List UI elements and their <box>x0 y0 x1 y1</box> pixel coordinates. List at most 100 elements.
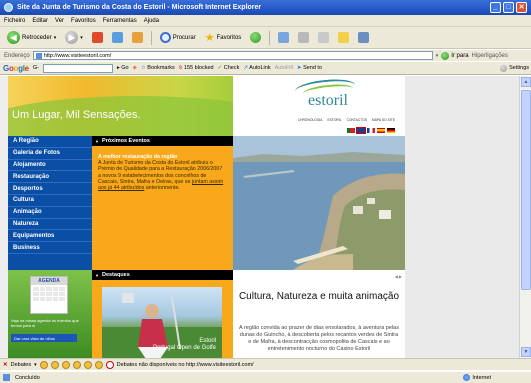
menu-ficheiro[interactable]: Ficheiro <box>4 18 25 24</box>
toplink-estoril[interactable]: ESTORIL <box>328 118 342 122</box>
go-button[interactable]: Ir para <box>441 51 469 60</box>
check-icon: ✓ <box>217 65 223 71</box>
google-toolbar: Google G- ▸ Go ◈ ☆ Bookmarks ⦸ 155 block… <box>0 62 531 75</box>
address-dropdown-icon[interactable]: ▾ <box>436 53 439 59</box>
address-input[interactable]: http://www.visiteestoril.com/ <box>32 51 433 60</box>
toplink-contactos[interactable]: CONTACTOS <box>347 118 367 122</box>
menu-favoritos[interactable]: Favoritos <box>71 18 96 24</box>
flag-es-icon[interactable] <box>377 127 385 133</box>
google-go-button[interactable]: ▸ Go <box>117 65 129 71</box>
home-button[interactable] <box>129 30 146 46</box>
nav-item-desportos[interactable]: Desportos <box>8 183 92 195</box>
nav-item-galeria[interactable]: Galeria de Fotos <box>8 148 92 160</box>
home-icon <box>131 32 143 43</box>
toolbar-separator <box>269 30 271 45</box>
nav-item-animacao[interactable]: Animação <box>8 207 92 219</box>
flag-pt-icon[interactable] <box>347 127 355 133</box>
star-icon: ☆ <box>140 65 146 71</box>
flag-uk-icon[interactable] <box>356 126 366 134</box>
debates-dropdown-icon[interactable]: ▾ <box>34 362 37 368</box>
flag-fr-icon[interactable] <box>367 127 375 133</box>
nav-item-cultura[interactable]: Cultura <box>8 195 92 207</box>
nav-item-natureza[interactable]: Natureza <box>8 219 92 231</box>
favorites-button[interactable]: ★ Favoritos <box>202 30 245 46</box>
history-button[interactable] <box>247 30 264 46</box>
discussion-icon[interactable] <box>94 360 103 369</box>
refresh-button[interactable] <box>109 30 126 46</box>
google-settings-button[interactable]: Settings <box>500 64 529 72</box>
scroll-thumb[interactable] <box>521 90 531 290</box>
print-button[interactable] <box>295 30 312 46</box>
discussion-icon[interactable] <box>72 360 81 369</box>
messenger-button[interactable] <box>355 30 372 46</box>
flag-de-icon[interactable] <box>387 127 395 133</box>
google-search-input[interactable] <box>42 63 113 73</box>
discussion-icon[interactable] <box>83 360 92 369</box>
forward-button[interactable]: ▶ ▾ <box>62 30 86 46</box>
back-arrow-icon: ◀ <box>7 31 20 44</box>
toolbar: ◀ Retroceder ▾ ▶ ▾ Procurar ★ Favoritos <box>0 27 531 49</box>
menu-bar: Ficheiro Editar Ver Favoritos Ferramenta… <box>0 15 531 27</box>
google-extra-button[interactable]: ◈ <box>133 65 137 71</box>
page-favicon-icon <box>35 52 42 59</box>
estoril-logo[interactable]: estoril <box>308 92 348 110</box>
agenda-title: AGENDA <box>31 277 67 285</box>
scroll-up-icon[interactable]: ▲ <box>521 77 531 87</box>
discussion-icon[interactable] <box>50 360 59 369</box>
popup-blocker-button[interactable]: ⦸ 155 blocked <box>179 65 214 72</box>
discussion-icon[interactable] <box>39 360 48 369</box>
nav-item-business[interactable]: Business <box>8 242 92 254</box>
search-button[interactable]: Procurar <box>157 30 199 46</box>
debates-menu[interactable]: Debates <box>11 362 32 368</box>
edit-button[interactable] <box>315 30 332 46</box>
spellcheck-button[interactable]: ✓ Check <box>218 65 240 71</box>
autofill-button[interactable]: AutoFill <box>275 65 293 71</box>
menu-ajuda[interactable]: Ajuda <box>144 18 159 24</box>
toolbar-separator <box>150 30 152 45</box>
links-label[interactable]: Hiperligações <box>472 53 508 59</box>
toplink-mapa[interactable]: MAPA DO SITE <box>372 118 395 122</box>
debates-status: Debates não disponíveis no http://www.vi… <box>116 361 254 368</box>
events-panel: A melhor restauração da região A Junta d… <box>92 146 233 270</box>
agenda-button[interactable]: Dar uma vista de olhos <box>11 334 77 342</box>
close-button[interactable]: ✕ <box>516 2 527 13</box>
menu-ferramentas[interactable]: Ferramentas <box>103 18 137 24</box>
slideshow-arrows-icon[interactable]: ◀ ▶ <box>395 274 402 279</box>
print-icon <box>298 32 310 43</box>
forward-dropdown-icon: ▾ <box>80 34 83 41</box>
mail-button[interactable] <box>275 30 292 46</box>
minimize-button[interactable]: _ <box>490 2 501 13</box>
menu-ver[interactable]: Ver <box>55 18 64 24</box>
status-bar: Concluído Internet <box>0 371 531 383</box>
folder-button[interactable] <box>335 30 352 46</box>
google-logo[interactable]: Google <box>3 64 29 73</box>
nav-item-equipamentos[interactable]: Equipamentos <box>8 230 92 243</box>
events-header: ▼ Próximos Eventos <box>92 136 233 146</box>
back-button[interactable]: ◀ Retroceder ▾ <box>4 30 59 46</box>
close-discussion-icon[interactable]: ✕ <box>3 362 8 368</box>
autolink-button[interactable]: ↗ AutoLink <box>243 65 270 71</box>
maximize-button[interactable]: □ <box>503 2 514 13</box>
toplink-chronologia[interactable]: CHRONOLOGIA <box>298 118 323 122</box>
coast-photo <box>233 136 405 270</box>
stop-button[interactable] <box>89 30 106 46</box>
nav-item-alojamento[interactable]: Alojamento <box>8 160 92 172</box>
nav-item-regiao[interactable]: A Região <box>8 136 92 148</box>
agenda-box[interactable]: AGENDA Veja na nossa agenda os eventos q… <box>8 270 92 358</box>
discussion-icon[interactable] <box>61 360 70 369</box>
triangle-icon: ▼ <box>95 138 99 144</box>
bookmarks-button[interactable]: ☆ Bookmarks <box>141 65 175 71</box>
menu-editar[interactable]: Editar <box>32 18 48 24</box>
edit-icon <box>318 32 330 43</box>
google-options[interactable]: G- <box>33 65 39 71</box>
golf-banner[interactable]: Estoril Portugal Open de Golfe <box>102 287 222 358</box>
history-icon <box>250 32 262 43</box>
nav-item-restauracao[interactable]: Restauração <box>8 171 92 184</box>
refresh-icon <box>111 32 123 43</box>
scroll-down-icon[interactable]: ▼ <box>521 347 531 357</box>
triangle-icon: ▼ <box>95 272 99 278</box>
title-bar: Site da Junta de Turismo da Costa do Est… <box>0 0 531 15</box>
star-icon: ★ <box>204 32 215 44</box>
sendto-button[interactable]: ➤ Send to <box>297 65 322 71</box>
vertical-scrollbar[interactable]: ▲ ▼ <box>519 76 531 358</box>
